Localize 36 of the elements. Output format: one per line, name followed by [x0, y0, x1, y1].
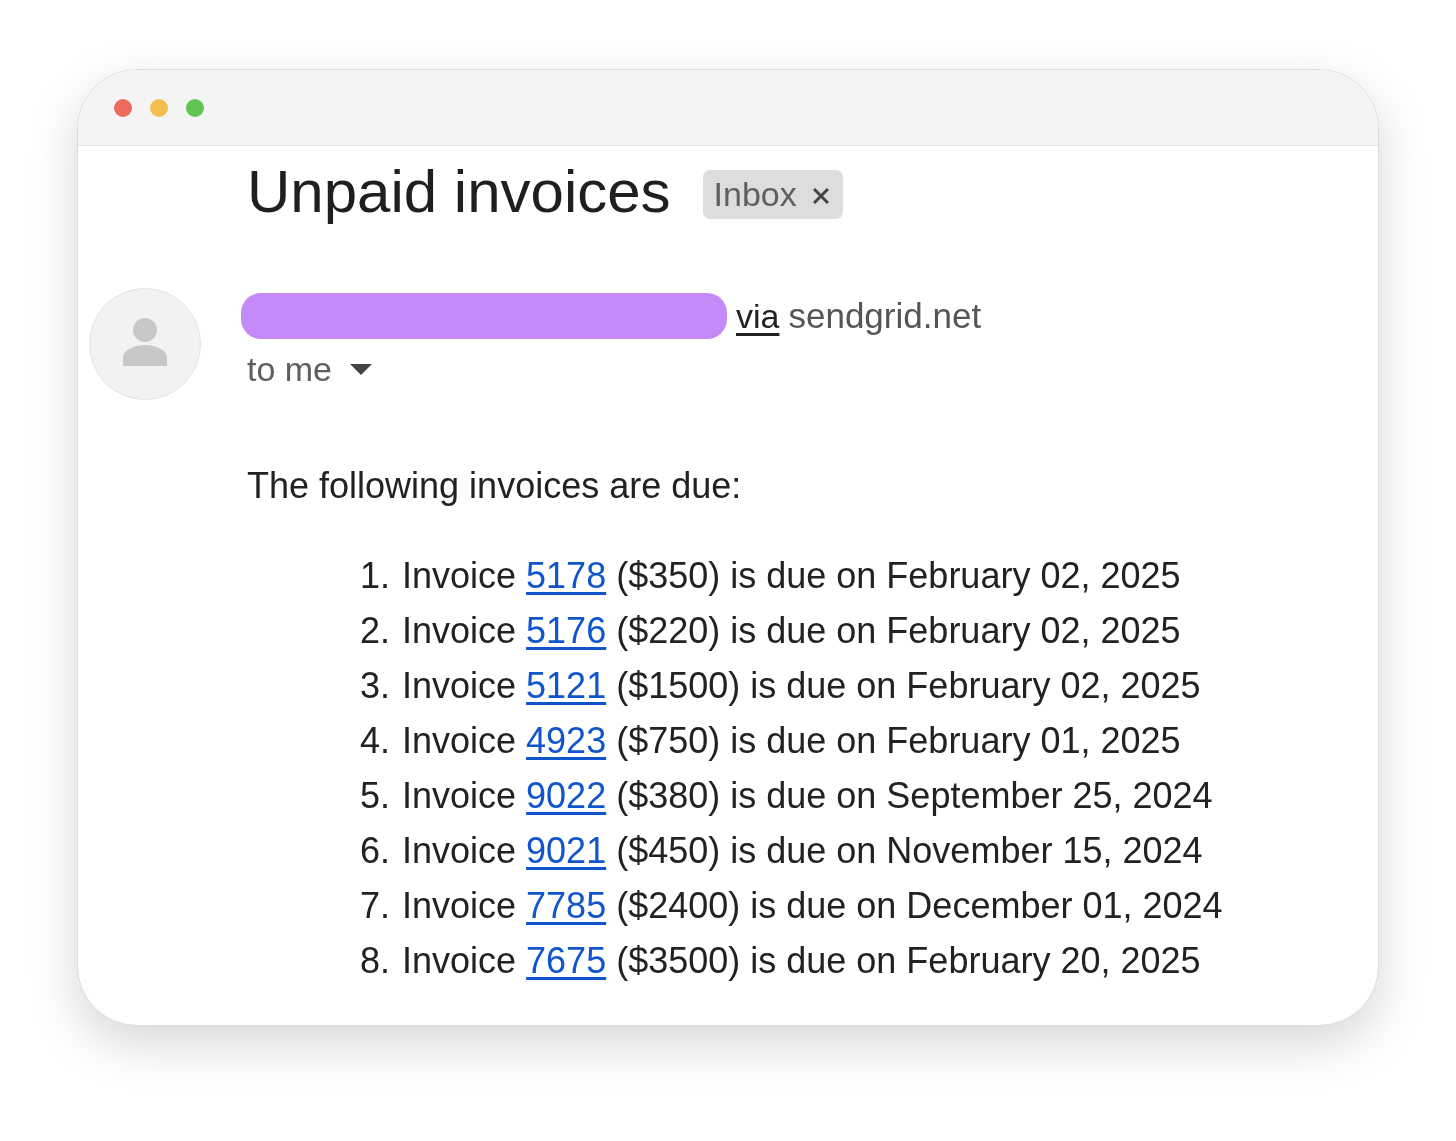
list-number: 3.	[360, 664, 392, 707]
window-control-icon[interactable]	[114, 98, 132, 117]
invoice-link[interactable]: 9022	[526, 774, 607, 816]
invoice-link[interactable]: 4923	[526, 719, 607, 761]
caret-icon[interactable]	[350, 363, 373, 375]
list-number: 4.	[360, 719, 392, 762]
sender-domain: sendgrid.net	[788, 296, 982, 336]
list-number: 1.	[360, 554, 392, 597]
close-icon[interactable]	[812, 188, 829, 204]
window-control-icon[interactable]	[186, 98, 204, 117]
invoice-link[interactable]: 5178	[526, 554, 607, 596]
via-link[interactable]: via	[736, 296, 780, 336]
invoice-line: Invoice 9022 ($380) is due on September 25, 2024	[402, 774, 1213, 817]
list-number: 5.	[360, 774, 392, 817]
invoice-line: Invoice 5176 ($220) is due on February 02, 2025	[402, 609, 1181, 652]
list-number: 8.	[360, 939, 392, 982]
list-number: 2.	[360, 609, 392, 652]
invoice-link[interactable]: 5176	[526, 609, 607, 651]
list-number: 6.	[360, 829, 392, 872]
invoice-line: Invoice 4923 ($750) is due on February 01, 2025	[402, 719, 1181, 762]
invoice-link[interactable]: 5121	[526, 664, 607, 706]
invoice-line: Invoice 7785 ($2400) is due on December 01, 2024	[402, 884, 1223, 927]
invoice-line: Invoice 9021 ($450) is due on November 15, 2024	[402, 829, 1203, 872]
invoice-line: Invoice 7675 ($3500) is due on February 20, 2025	[402, 939, 1201, 982]
intro-text: The following invoices are due:	[247, 466, 742, 506]
list-number: 7.	[360, 884, 392, 927]
invoice-line: Invoice 5121 ($1500) is due on February 02, 2025	[402, 664, 1201, 707]
invoice-link[interactable]: 7785	[526, 884, 607, 926]
invoice-line: Invoice 5178 ($350) is due on February 02, 2025	[402, 554, 1181, 597]
window-control-icon[interactable]	[150, 98, 168, 117]
person-avatar-icon	[89, 288, 201, 400]
recipient-dropdown[interactable]: to me	[247, 349, 373, 389]
invoice-link[interactable]: 9021	[526, 829, 607, 871]
email-subject: Unpaid invoices	[247, 158, 671, 226]
label-chip[interactable]: Inbox	[702, 169, 843, 219]
invoice-link[interactable]: 7675	[526, 939, 607, 981]
